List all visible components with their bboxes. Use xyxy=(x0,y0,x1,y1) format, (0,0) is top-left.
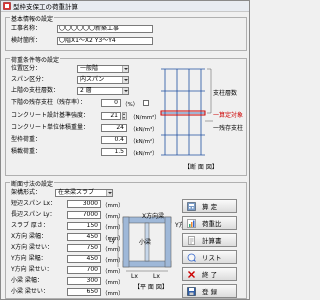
calculate-label: 算 定 xyxy=(202,203,218,211)
slab-thickness-label: スラブ 厚さ： xyxy=(11,222,49,229)
remaining-support-label: 一残存支柱 xyxy=(213,125,244,132)
small-beam-width-input[interactable]: 300 xyxy=(67,277,101,285)
target-label: 一算定対象 xyxy=(213,112,244,119)
short-span-label: 短辺スパン Lx： xyxy=(11,200,57,207)
small-beam-depth-unit: （mm） xyxy=(102,291,124,297)
chevron-down-icon xyxy=(122,88,128,94)
small-beam-depth-label: 小梁 梁せい： xyxy=(11,288,49,295)
project-name-input[interactable]: 〇〇〇〇〇〇新築工事 xyxy=(57,25,153,33)
list-button[interactable]: リスト xyxy=(182,250,237,264)
concrete-weight-unit: （kN/m³） xyxy=(130,127,158,133)
register-label: 登 録 xyxy=(202,288,218,296)
position-label: 位置区分： xyxy=(11,65,42,72)
live-load-unit: （kN/m²） xyxy=(130,151,158,157)
load-ratio-label: 荷重比 xyxy=(202,220,222,228)
concrete-strength-input[interactable]: 21 xyxy=(101,112,121,120)
lx-label-right: Lx xyxy=(153,273,160,280)
project-label: 工事名称： xyxy=(11,25,42,32)
formwork-load-label: 型枠荷重： xyxy=(11,136,42,143)
formwork-load-unit: （kN/m²） xyxy=(130,139,158,145)
span-value: 内スパン xyxy=(80,76,105,83)
register-button[interactable]: 登 録 xyxy=(182,284,237,298)
x-beam-depth-input[interactable]: 750 xyxy=(67,244,101,252)
long-span-input[interactable]: 7000 xyxy=(67,211,101,219)
chevron-down-icon xyxy=(122,77,128,83)
remaining-label: 下階の残存支柱（残存率）： xyxy=(11,99,87,106)
calculate-button[interactable]: 算 定 xyxy=(182,199,237,213)
list-icon xyxy=(187,253,196,262)
concrete-strength-unit: （N/mm²） xyxy=(130,115,160,121)
frame-type-value: 在来梁スラブ xyxy=(58,189,95,196)
ly-label: Ly xyxy=(109,237,116,244)
chevron-down-icon xyxy=(122,66,128,72)
remaining-rate-input[interactable]: 0 xyxy=(101,99,121,107)
frame-type-label: 架構形式： xyxy=(11,189,42,196)
load-ratio-button[interactable]: 荷重比 xyxy=(182,216,237,230)
small-beam-width-unit: （mm） xyxy=(102,280,124,286)
exit-button[interactable]: 終 了 xyxy=(182,267,237,281)
remaining-unit: （%） xyxy=(122,102,139,108)
calculator-icon xyxy=(187,201,196,211)
y-beam-width-label: Y方向 梁幅： xyxy=(11,255,47,262)
upper-layers-select[interactable]: 2 層 xyxy=(77,87,129,95)
section-caption: 【断 面 図】 xyxy=(184,164,218,171)
frame-type-select[interactable]: 在来梁スラブ xyxy=(55,189,113,197)
position-value: 一般階 xyxy=(80,65,99,72)
app-icon xyxy=(3,2,11,10)
concrete-strength-stepper[interactable] xyxy=(122,112,127,120)
basic-info-group: 基本情報の設定 xyxy=(5,14,247,51)
exit-label: 終 了 xyxy=(202,271,218,279)
position-select[interactable]: 一般階 xyxy=(77,65,129,73)
y-beam-depth-label: Y方向 梁せい： xyxy=(11,266,53,273)
concrete-weight-label: コンクリート単位体積重量： xyxy=(11,124,90,131)
upper-layers-label: 上階の支柱層数： xyxy=(11,87,60,94)
chevron-down-icon xyxy=(106,190,112,196)
small-beam-width-label: 小梁 梁幅： xyxy=(11,277,43,284)
report-button[interactable]: 計算書 xyxy=(182,233,237,247)
support-layers-label: 支柱層数 xyxy=(213,90,238,97)
live-load-label: 積載荷重： xyxy=(11,148,42,155)
concrete-strength-label: コンクリート設計基準強度： xyxy=(11,112,90,119)
window-title: 型枠支保工の荷重計算 xyxy=(13,3,78,11)
span-label: スパン区分： xyxy=(11,76,48,83)
concrete-weight-input[interactable]: 24 xyxy=(101,124,127,132)
x-beam-width-label: X方向 梁幅： xyxy=(11,233,48,240)
remaining-checkbox[interactable] xyxy=(143,100,149,106)
y-beam-depth-input[interactable]: 700 xyxy=(67,266,101,274)
long-span-label: 長辺スパン Ly： xyxy=(11,211,56,218)
x-beam-width-input[interactable]: 450 xyxy=(67,233,101,241)
location-input[interactable]: 〇階X1～X2 Y3～Y4 xyxy=(57,37,153,45)
formwork-load-input[interactable]: 0.4 xyxy=(101,136,127,144)
short-span-unit: （mm） xyxy=(102,203,124,209)
section-dimensions-title: 断面寸法の設定 xyxy=(10,179,55,188)
span-select[interactable]: 内スパン xyxy=(77,76,129,84)
upper-layers-value: 2 層 xyxy=(80,87,92,94)
report-label: 計算書 xyxy=(202,237,222,245)
small-beam-label: 小梁 xyxy=(139,239,152,246)
live-load-input[interactable]: 1.5 xyxy=(101,148,127,156)
list-label: リスト xyxy=(202,254,222,262)
basic-info-title: 基本情報の設定 xyxy=(10,14,55,23)
location-label: 検討箇所： xyxy=(11,37,42,44)
title-bar: 型枠支保工の荷重計算 xyxy=(1,1,249,12)
document-icon xyxy=(188,235,195,245)
plan-caption: 【平 面 図】 xyxy=(134,284,168,291)
close-icon xyxy=(188,270,195,278)
slab-thickness-input[interactable]: 150 xyxy=(67,222,101,230)
load-conditions-title: 荷重条件等の設定 xyxy=(10,55,61,64)
small-beam-depth-input[interactable]: 650 xyxy=(67,288,101,296)
y-beam-width-input[interactable]: 450 xyxy=(67,255,101,263)
lx-label-left: Lx xyxy=(131,273,138,280)
chart-icon xyxy=(187,218,196,228)
x-beam-label: X方向梁 xyxy=(142,213,165,220)
save-icon xyxy=(187,286,196,296)
x-beam-depth-label: X方向 梁せい： xyxy=(11,244,54,251)
main-window: 型枠支保工の荷重計算 基本情報の設定 工事名称： 〇〇〇〇〇〇新築工事 検討箇所… xyxy=(0,0,250,300)
short-span-input[interactable]: 3000 xyxy=(67,200,101,208)
